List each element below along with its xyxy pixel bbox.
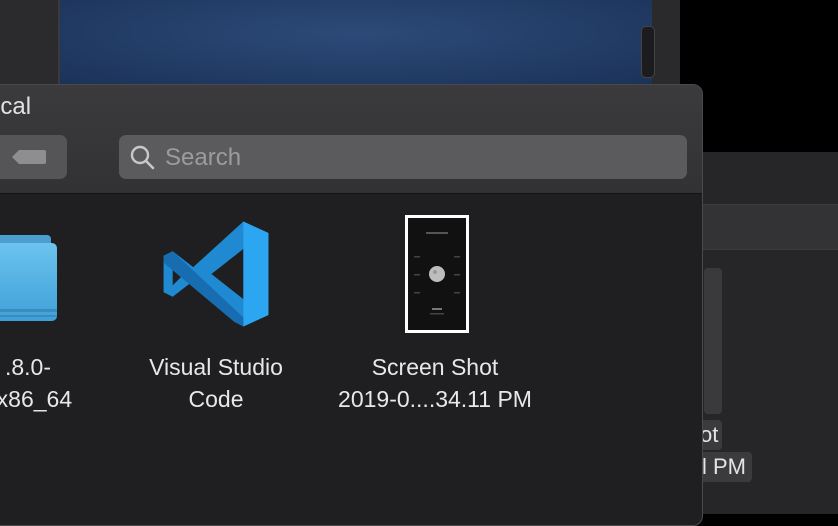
background-scrollbar[interactable] — [641, 26, 655, 78]
screenshot-thumbnail[interactable] — [405, 215, 469, 333]
tag-icon — [12, 150, 46, 164]
background-window-left — [0, 0, 60, 90]
window-title: ocal — [0, 93, 32, 120]
moon-image — [414, 232, 460, 315]
file-label-line1: Visual Studio — [149, 354, 283, 380]
search-icon — [130, 145, 155, 170]
finder-toolbar: ocal — [0, 85, 702, 194]
search-field[interactable] — [119, 135, 687, 179]
file-label-line2: Code — [188, 386, 244, 412]
background-desktop-window — [58, 0, 654, 84]
background-window-toolbar — [700, 204, 838, 250]
background-file-label-line2: l PM — [696, 452, 752, 482]
file-label-line1: Screen Shot — [371, 354, 499, 380]
finder-window: ocal .8.0- ..x86_64 — [0, 84, 703, 526]
file-label-line2: 2019-0....34.11 PM — [338, 386, 532, 412]
background-file-icon — [704, 268, 722, 414]
tags-button[interactable] — [0, 135, 67, 179]
search-input[interactable] — [163, 141, 667, 175]
file-item-screenshot[interactable]: Screen Shot 2019-0....34.11 PM — [315, 351, 555, 415]
file-label-line1: .8.0- — [4, 354, 52, 380]
file-item-vscode[interactable]: Visual Studio Code — [121, 351, 311, 415]
background-window-frame — [652, 0, 680, 84]
vscode-app-icon[interactable] — [159, 217, 273, 331]
folder-icon[interactable] — [0, 235, 57, 321]
file-item-folder[interactable]: .8.0- ..x86_64 — [0, 351, 115, 415]
file-label-line2: ..x86_64 — [0, 386, 73, 412]
